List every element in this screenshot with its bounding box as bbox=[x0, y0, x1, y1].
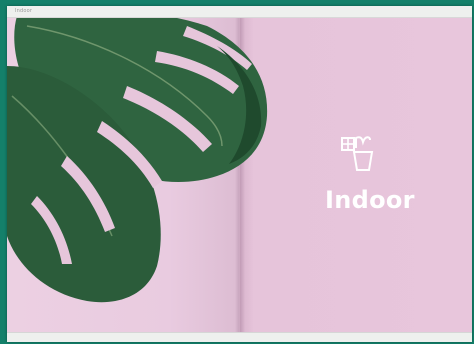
header-band: Indoor bbox=[7, 6, 472, 18]
page-title: Indoor bbox=[325, 186, 415, 214]
plant-pot-icon bbox=[341, 136, 374, 171]
header-left-text: Indoor bbox=[15, 8, 33, 14]
footer-band bbox=[7, 332, 472, 342]
magazine-spread: Indoor Indoor bbox=[7, 6, 472, 342]
monstera-leaf-image bbox=[7, 9, 268, 303]
